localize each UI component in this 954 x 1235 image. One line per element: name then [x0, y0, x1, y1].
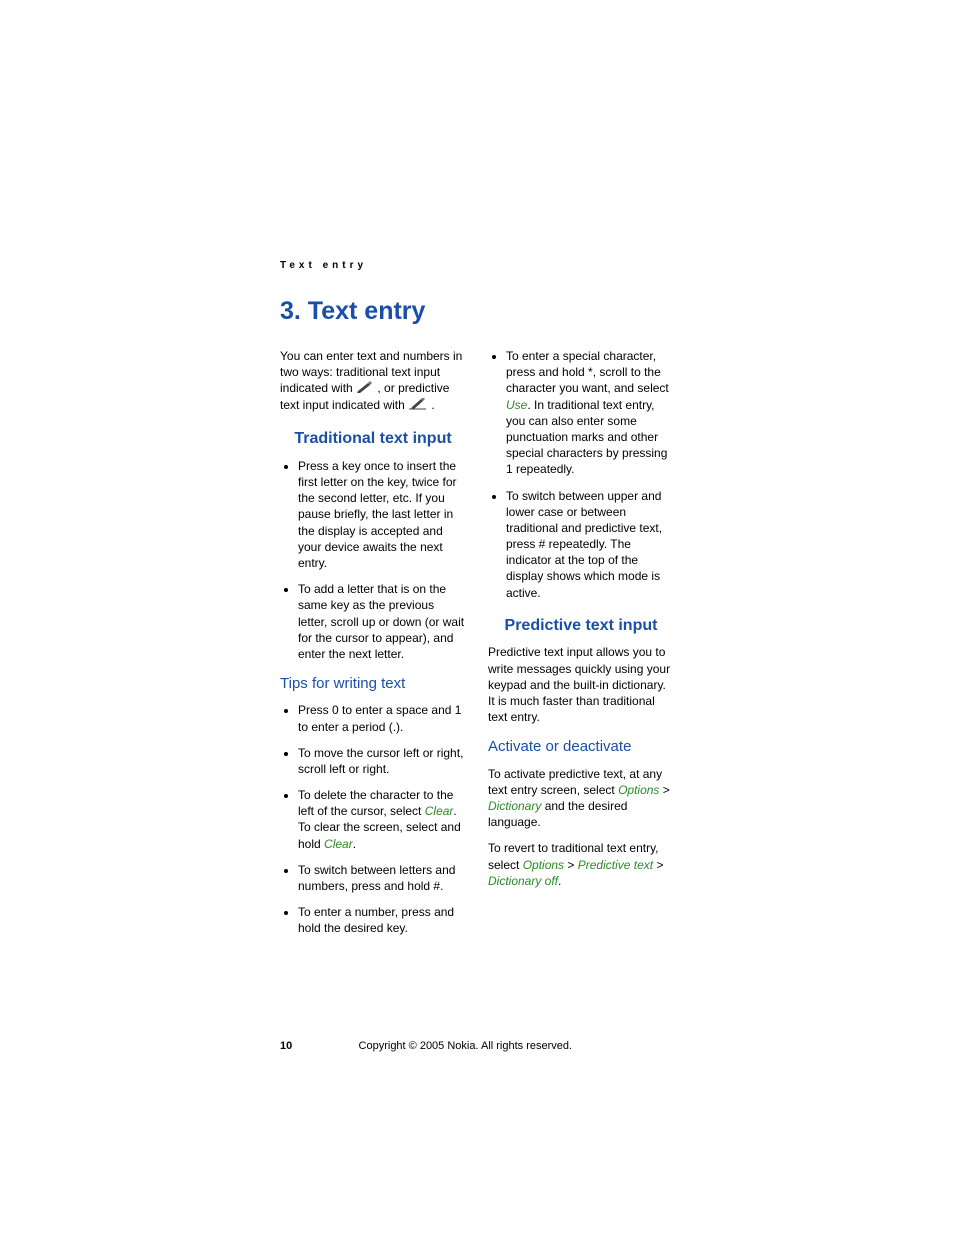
- list-item: Press a key once to insert the first let…: [298, 458, 466, 571]
- ui-label-options: Options: [523, 858, 564, 872]
- pencil-underline-icon: [408, 398, 428, 414]
- intro-paragraph: You can enter text and numbers in two wa…: [280, 348, 466, 414]
- list-item: To switch between letters and numbers, p…: [298, 862, 466, 894]
- sub-heading-tips: Tips for writing text: [280, 674, 466, 694]
- tips-list-left: Press 0 to enter a space and 1 to enter …: [280, 702, 466, 936]
- activate-paragraph-2: To revert to traditional text entry, sel…: [488, 840, 674, 889]
- list-item: To add a letter that is on the same key …: [298, 581, 466, 662]
- tips-list-right: To enter a special character, press and …: [488, 348, 674, 601]
- text: >: [653, 858, 663, 872]
- ui-label-dictionary-off: Dictionary off: [488, 874, 558, 888]
- text: .: [431, 398, 434, 412]
- text: .: [558, 874, 561, 888]
- chapter-title: 3. Text entry: [280, 297, 675, 326]
- ui-label-dictionary: Dictionary: [488, 799, 541, 813]
- ui-label-clear: Clear: [425, 804, 454, 818]
- column-right: To enter a special character, press and …: [488, 348, 674, 947]
- list-item: Press 0 to enter a space and 1 to enter …: [298, 702, 466, 734]
- section-heading-predictive: Predictive text input: [488, 615, 674, 637]
- text: >: [659, 783, 669, 797]
- text: . In traditional text entry, you can als…: [506, 398, 667, 477]
- running-header: Text entry: [280, 260, 675, 271]
- traditional-list: Press a key once to insert the first let…: [280, 458, 466, 662]
- list-item: To delete the character to the left of t…: [298, 787, 466, 852]
- text: >: [564, 858, 578, 872]
- list-item: To switch between upper and lower case o…: [506, 488, 674, 601]
- text: To enter a special character, press and …: [506, 349, 669, 395]
- ui-label-clear: Clear: [324, 837, 353, 851]
- list-item: To move the cursor left or right, scroll…: [298, 745, 466, 777]
- page-number: 10: [280, 1040, 292, 1052]
- ui-label-options: Options: [618, 783, 659, 797]
- copyright-text: Copyright © 2005 Nokia. All rights reser…: [295, 1040, 635, 1052]
- text: .: [353, 837, 356, 851]
- predictive-paragraph: Predictive text input allows you to writ…: [488, 644, 674, 725]
- list-item: To enter a number, press and hold the de…: [298, 904, 466, 936]
- activate-paragraph-1: To activate predictive text, at any text…: [488, 766, 674, 831]
- pencil-icon: [356, 381, 374, 397]
- page-footer: 10 Copyright © 2005 Nokia. All rights re…: [280, 1040, 675, 1052]
- sub-heading-activate: Activate or deactivate: [488, 737, 674, 757]
- column-left: You can enter text and numbers in two wa…: [280, 348, 466, 947]
- ui-label-predictive-text: Predictive text: [578, 858, 653, 872]
- list-item: To enter a special character, press and …: [506, 348, 674, 478]
- section-heading-traditional: Traditional text input: [280, 428, 466, 450]
- ui-label-use: Use: [506, 398, 527, 412]
